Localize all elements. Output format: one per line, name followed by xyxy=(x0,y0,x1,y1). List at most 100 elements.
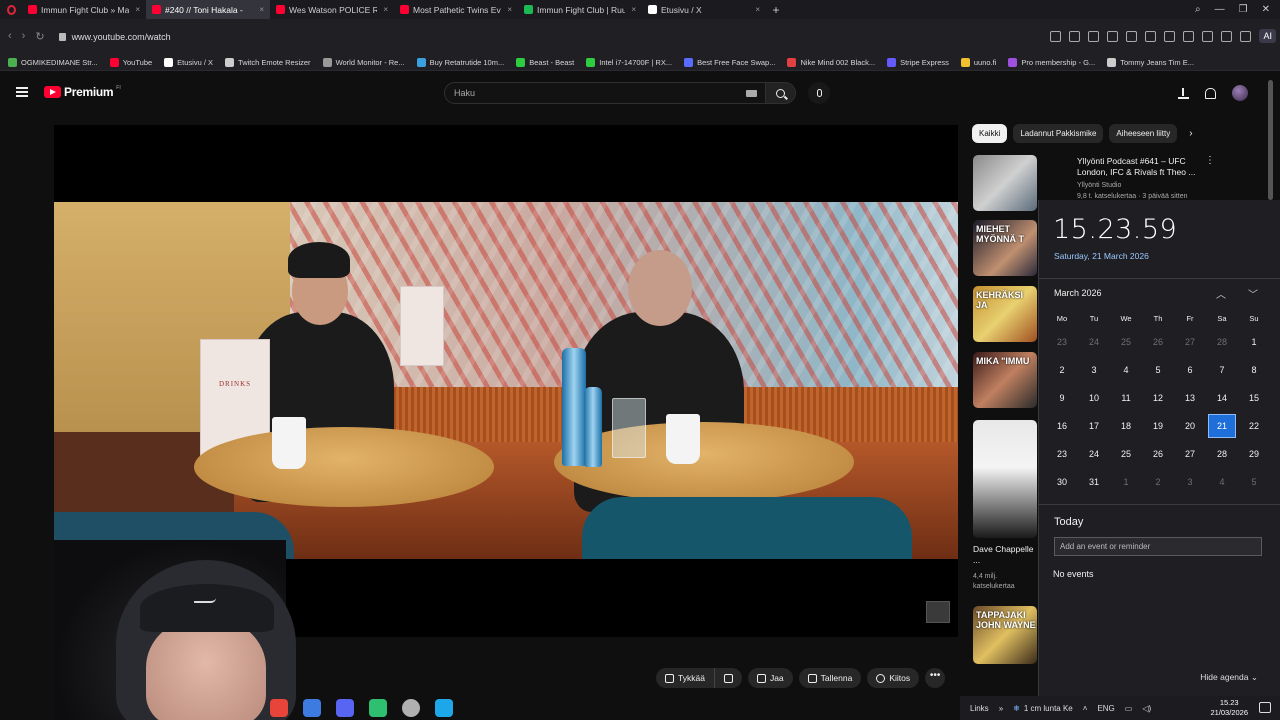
voice-search-button[interactable] xyxy=(808,82,830,104)
heart-icon[interactable] xyxy=(1145,30,1157,42)
recommended-video-thumbnail[interactable] xyxy=(973,155,1037,211)
download-icon[interactable] xyxy=(1164,30,1176,42)
calendar-day[interactable]: 31 xyxy=(1078,468,1110,496)
chevron-down-icon[interactable]: ﹀ xyxy=(1248,286,1258,301)
bookmark-item[interactable]: Twitch Emote Resizer xyxy=(225,57,311,67)
search-icon[interactable] xyxy=(1050,30,1062,42)
save-button[interactable]: Tallenna xyxy=(798,668,862,688)
calendar-day[interactable]: 29 xyxy=(1238,440,1270,468)
browser-tab[interactable]: Most Pathetic Twins Ever × xyxy=(394,0,518,19)
avatar[interactable] xyxy=(1232,85,1248,101)
calendar-day[interactable]: 12 xyxy=(1142,384,1174,412)
bookmark-item[interactable]: Buy Retatrutide 10m... xyxy=(416,57,504,67)
tab-close-icon[interactable]: × xyxy=(383,5,388,14)
opera-logo-icon[interactable] xyxy=(0,0,22,19)
calendar-day[interactable]: 1 xyxy=(1110,468,1142,496)
weather-text[interactable]: 1 cm lunta Ke xyxy=(1024,704,1073,713)
weather-icon[interactable]: ❄ xyxy=(1013,704,1020,713)
url-field[interactable]: www.youtube.com/watch xyxy=(58,32,171,42)
recommended-video-thumbnail[interactable]: KEHRÄKSI JA xyxy=(973,286,1037,342)
add-event-input[interactable]: Add an event or reminder xyxy=(1054,537,1262,556)
taskbar-app-icon[interactable] xyxy=(435,699,453,717)
chevron-up-icon[interactable]: ︿ xyxy=(1216,286,1226,301)
month-title[interactable]: March 2026 xyxy=(1054,288,1102,298)
keyboard-icon[interactable] xyxy=(746,90,757,97)
search-tabs-icon[interactable]: ⌕ xyxy=(1195,4,1201,15)
calendar-day[interactable]: 8 xyxy=(1238,356,1270,384)
recommended-video-thumbnail[interactable]: MIEHET MYÖNNÄ T xyxy=(973,220,1037,276)
bookmark-item[interactable]: Best Free Face Swap... xyxy=(684,57,775,67)
browser-tab[interactable]: Wes Watson POLICE REPO × xyxy=(270,0,394,19)
profile-icon[interactable] xyxy=(1202,30,1214,42)
calendar-day[interactable]: 15 xyxy=(1238,384,1270,412)
calendar-day[interactable]: 6 xyxy=(1174,356,1206,384)
calendar-day[interactable]: 3 xyxy=(1078,356,1110,384)
shield-icon[interactable] xyxy=(1107,30,1119,42)
network-icon[interactable]: ▭ xyxy=(1125,704,1133,713)
thanks-button[interactable]: Kiitos xyxy=(867,668,920,688)
taskbar-app-icon[interactable] xyxy=(369,699,387,717)
calendar-day[interactable]: 26 xyxy=(1142,328,1174,356)
recommended-video-title[interactable]: Yllyönti Podcast #641 – UFC London, IFC … xyxy=(1077,156,1199,178)
calendar-day[interactable]: 19 xyxy=(1142,412,1174,440)
browser-tab[interactable]: Etusivu / X × xyxy=(642,0,766,19)
calendar-day[interactable]: 28 xyxy=(1206,440,1238,468)
calendar-day[interactable]: 4 xyxy=(1110,356,1142,384)
video-options-icon[interactable]: ⋮ xyxy=(1205,155,1215,166)
maximize-button[interactable]: ❐ xyxy=(1239,4,1248,15)
bookmark-item[interactable]: Nike Mind 002 Black... xyxy=(787,57,875,67)
chevron-right-icon[interactable]: › xyxy=(1189,128,1192,139)
more-actions-button[interactable]: ••• xyxy=(925,668,946,688)
calendar-day[interactable]: 5 xyxy=(1238,468,1270,496)
cube-icon[interactable] xyxy=(1240,30,1252,42)
calendar-day[interactable]: 7 xyxy=(1206,356,1238,384)
list-icon[interactable] xyxy=(1183,30,1195,42)
calendar-day[interactable]: 28 xyxy=(1206,328,1238,356)
calendar-day[interactable]: 23 xyxy=(1046,440,1078,468)
calendar-day[interactable]: 22 xyxy=(1238,412,1270,440)
calendar-day[interactable]: 1 xyxy=(1238,328,1270,356)
reload-icon[interactable]: ↻ xyxy=(35,30,44,43)
calendar-day[interactable]: 5 xyxy=(1142,356,1174,384)
hide-agenda-button[interactable]: Hide agenda ⌄ xyxy=(1200,672,1258,683)
filter-chip[interactable]: Ladannut Pakkismike xyxy=(1013,124,1104,143)
calendar-day[interactable]: 10 xyxy=(1078,384,1110,412)
recommended-video-thumbnail[interactable] xyxy=(973,420,1037,538)
calendar-day-today[interactable]: 21 xyxy=(1206,412,1238,440)
share-button[interactable]: Jaa xyxy=(747,668,793,688)
calendar-day[interactable]: 25 xyxy=(1110,440,1142,468)
language-indicator[interactable]: ENG xyxy=(1097,704,1114,713)
tray-overflow-icon[interactable]: ˄ xyxy=(1083,704,1088,713)
forward-icon[interactable]: › xyxy=(22,30,26,43)
bookmark-item[interactable]: Pro membership - G... xyxy=(1008,57,1095,67)
edit-icon[interactable] xyxy=(1069,30,1081,42)
calendar-day[interactable]: 2 xyxy=(1142,468,1174,496)
links-toolbar[interactable]: Links xyxy=(970,704,989,713)
hamburger-menu-icon[interactable] xyxy=(16,87,28,97)
bookmark-item[interactable]: World Monitor - Re... xyxy=(322,57,405,67)
browser-tab[interactable]: Immun Fight Club | Ruutu × xyxy=(518,0,642,19)
calendar-day[interactable]: 9 xyxy=(1046,384,1078,412)
calendar-day[interactable]: 4 xyxy=(1206,468,1238,496)
notification-center-icon[interactable] xyxy=(1259,702,1271,713)
calendar-day[interactable]: 26 xyxy=(1142,440,1174,468)
new-tab-button[interactable]: + xyxy=(766,3,786,17)
browser-tab[interactable]: #240 // Toni Hakala - × xyxy=(146,0,270,19)
bookmark-item[interactable]: YouTube xyxy=(109,57,152,67)
video-frame[interactable]: DRINKS xyxy=(54,202,958,559)
tab-close-icon[interactable]: × xyxy=(755,5,760,14)
recommended-video-title[interactable]: Dave Chappelle ... xyxy=(973,544,1035,566)
clock-date[interactable]: Saturday, 21 March 2026 xyxy=(1054,251,1149,261)
filter-chip[interactable]: Kaikki xyxy=(972,124,1008,143)
search-button[interactable] xyxy=(766,82,796,104)
bookmark-item[interactable]: uuno.fi xyxy=(960,57,996,67)
calendar-day[interactable]: 30 xyxy=(1046,468,1078,496)
calendar-day[interactable]: 16 xyxy=(1046,412,1078,440)
taskbar-app-icon[interactable] xyxy=(270,699,288,717)
taskbar-clock[interactable]: 15.23 21/03/2026 xyxy=(1210,698,1248,718)
calendar-day[interactable]: 23 xyxy=(1046,328,1078,356)
extension-icon[interactable] xyxy=(1221,30,1233,42)
taskbar-app-icon[interactable] xyxy=(303,699,321,717)
tab-close-icon[interactable]: × xyxy=(135,5,140,14)
volume-icon[interactable]: ◁) xyxy=(1142,704,1151,713)
